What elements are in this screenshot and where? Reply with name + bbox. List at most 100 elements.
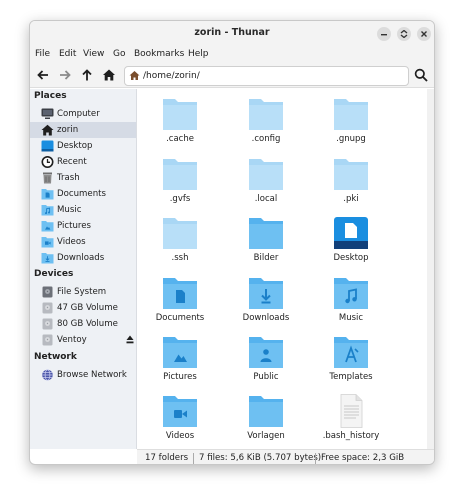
folder-icon [334, 99, 368, 130]
home-icon [41, 124, 54, 136]
downloads-folder-icon [249, 278, 283, 309]
file-item[interactable]: .cache [145, 97, 215, 154]
sidebar-item-music[interactable]: Music [30, 202, 136, 218]
back-button[interactable] [35, 67, 51, 83]
menu-view[interactable]: View [83, 49, 104, 59]
trash-icon [43, 172, 52, 184]
folder-icon [249, 159, 283, 190]
sidebar-item-trash[interactable]: Trash [30, 170, 136, 186]
folder-icon [249, 396, 283, 427]
network-heading: Network [34, 352, 77, 362]
sidebar-item-recent[interactable]: Recent [30, 154, 136, 170]
sidebar-item-file-system[interactable]: File System [30, 284, 136, 300]
music-folder-icon [41, 205, 54, 216]
folder-icon [249, 99, 283, 130]
sidebar-item-videos[interactable]: Videos [30, 234, 136, 250]
up-button[interactable] [79, 67, 95, 83]
arrow-up-icon [82, 69, 92, 81]
file-item[interactable]: Downloads [231, 276, 301, 333]
templates-folder-icon [334, 337, 368, 368]
maximize-button[interactable] [397, 27, 411, 41]
text-file-icon [340, 394, 363, 428]
close-icon [421, 31, 427, 37]
sidebar: Places Computer zorin Desktop Recent Tra… [30, 89, 137, 449]
sidebar-item-downloads[interactable]: Downloads [30, 250, 136, 266]
sidebar-item-pictures[interactable]: Pictures [30, 218, 136, 234]
drive-icon [42, 302, 53, 314]
arrow-right-icon [60, 70, 71, 80]
file-view: .cache .config .gnupg .gvfs .local .pki … [137, 89, 427, 449]
menu-go[interactable]: Go [113, 49, 125, 59]
thunar-window: zorin - Thunar File Edit View Go Bookmar… [29, 20, 435, 465]
file-item[interactable]: .ssh [145, 216, 215, 273]
location-bar[interactable]: /home/zorin/ [124, 66, 409, 86]
file-item[interactable]: Music [316, 276, 386, 333]
folder-icon [334, 159, 368, 190]
file-item[interactable]: .pki [316, 157, 386, 214]
close-button[interactable] [417, 27, 431, 41]
sidebar-item-zorin[interactable]: zorin [30, 122, 136, 138]
file-item[interactable]: Bilder [231, 216, 301, 273]
forward-button[interactable] [57, 67, 73, 83]
network-icon [42, 369, 53, 381]
file-item[interactable]: .gvfs [145, 157, 215, 214]
folder-icon [163, 159, 197, 190]
file-item[interactable]: Templates [316, 335, 386, 392]
sidebar-item-ventoy[interactable]: Ventoy [30, 332, 136, 348]
location-path: /home/zorin/ [143, 70, 200, 81]
file-item[interactable]: .config [231, 97, 301, 154]
home-icon [103, 69, 115, 81]
titlebar: zorin - Thunar [30, 21, 434, 47]
scrollbar[interactable] [427, 89, 434, 449]
menu-help[interactable]: Help [188, 49, 209, 59]
desktop-folder-icon [334, 217, 368, 249]
file-item[interactable]: Desktop [316, 216, 386, 273]
videos-folder-icon [41, 237, 54, 248]
videos-folder-icon [163, 396, 197, 427]
restore-icon [400, 30, 408, 38]
sidebar-item-documents[interactable]: Documents [30, 186, 136, 202]
devices-heading: Devices [34, 269, 74, 279]
window-title: zorin - Thunar [194, 27, 270, 38]
pictures-folder-icon [163, 337, 197, 368]
computer-icon [41, 108, 54, 119]
file-item[interactable]: Vorlagen [231, 394, 301, 451]
sidebar-item-desktop[interactable]: Desktop [30, 138, 136, 154]
file-item[interactable]: Pictures [145, 335, 215, 392]
status-separator [193, 453, 194, 464]
eject-icon[interactable] [126, 335, 134, 344]
home-button[interactable] [101, 67, 117, 83]
places-heading: Places [34, 91, 67, 101]
menubar: File Edit View Go Bookmarks Help [30, 47, 434, 64]
file-item[interactable]: .local [231, 157, 301, 214]
search-button[interactable] [413, 67, 429, 83]
folder-icon [163, 99, 197, 130]
public-folder-icon [249, 337, 283, 368]
menu-file[interactable]: File [35, 49, 50, 59]
status-folder-count: 17 folders [145, 453, 189, 463]
search-icon [414, 68, 428, 82]
music-folder-icon [334, 278, 368, 309]
status-free-space: Free space: 2,3 GiB [321, 453, 405, 463]
menu-edit[interactable]: Edit [59, 49, 76, 59]
toolbar: /home/zorin/ [30, 64, 434, 88]
sidebar-item-browse-network[interactable]: Browse Network [30, 367, 136, 383]
sidebar-item-47gb-volume[interactable]: 47 GB Volume [30, 300, 136, 316]
file-item[interactable]: Videos [145, 394, 215, 451]
sidebar-item-80gb-volume[interactable]: 80 GB Volume [30, 316, 136, 332]
documents-folder-icon [163, 278, 197, 309]
file-item[interactable]: .gnupg [316, 97, 386, 154]
status-separator [315, 453, 316, 464]
drive-icon [42, 318, 53, 330]
file-item[interactable]: .bash_history [316, 394, 386, 451]
file-item[interactable]: Documents [145, 276, 215, 333]
minimize-button[interactable] [377, 27, 391, 41]
home-folder-icon [129, 71, 140, 80]
status-file-summary: 7 files: 5,6 KiB (5.707 bytes) [199, 453, 322, 463]
statusbar: 17 folders 7 files: 5,6 KiB (5.707 bytes… [137, 449, 434, 464]
sidebar-item-computer[interactable]: Computer [30, 106, 136, 122]
minimize-icon [381, 34, 387, 36]
file-item[interactable]: Public [231, 335, 301, 392]
folder-icon [163, 218, 197, 249]
menu-bookmarks[interactable]: Bookmarks [134, 49, 184, 59]
